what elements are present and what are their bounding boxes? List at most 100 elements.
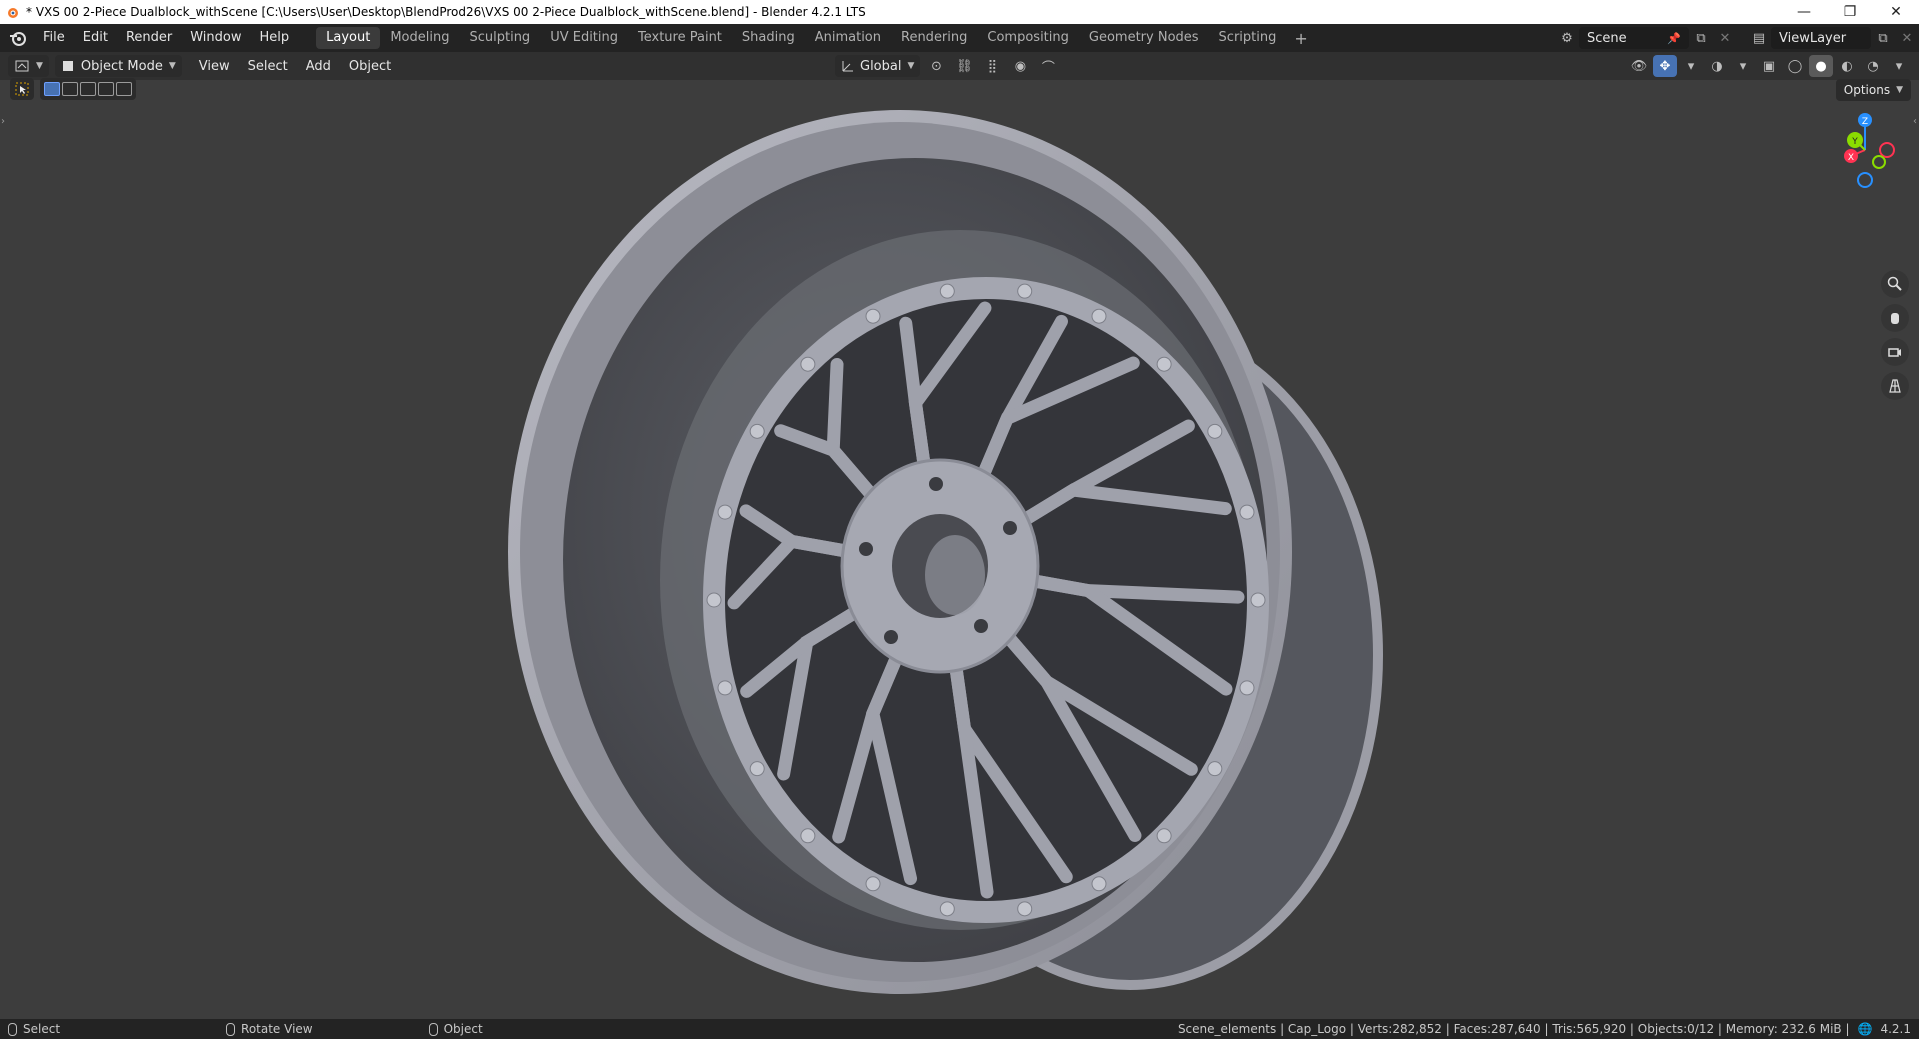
scene-selector[interactable]: Scene 📌 bbox=[1579, 27, 1689, 49]
perspective-grid-icon[interactable] bbox=[1881, 372, 1909, 400]
tab-rendering[interactable]: Rendering bbox=[891, 27, 977, 49]
transform-controls: Global ▼ ⊙ ⛓ ⣿ ◉ ⌒ bbox=[835, 55, 1060, 77]
object-mode-icon bbox=[62, 61, 73, 71]
select-tool-button[interactable] bbox=[10, 78, 34, 100]
bolt bbox=[749, 423, 765, 439]
window-title: * VXS 00 2-Piece Dualblock_withScene [C:… bbox=[26, 5, 866, 19]
delete-scene-icon[interactable]: ✕ bbox=[1713, 27, 1737, 49]
snap-toggle-icon[interactable]: ⛓ bbox=[952, 55, 976, 77]
overlay-options-icon[interactable]: ▾ bbox=[1731, 55, 1755, 77]
menu-render[interactable]: Render bbox=[117, 24, 181, 52]
solid-shading-icon[interactable]: ● bbox=[1809, 55, 1833, 77]
bolt bbox=[939, 901, 955, 917]
neg-z-axis-handle[interactable] bbox=[1857, 172, 1873, 188]
menu-file[interactable]: File bbox=[34, 24, 74, 52]
gizmo-options-icon[interactable]: ▾ bbox=[1679, 55, 1703, 77]
new-scene-icon[interactable]: ⧉ bbox=[1689, 27, 1713, 49]
bolt bbox=[1207, 423, 1223, 439]
proportional-edit-icon[interactable]: ◉ bbox=[1008, 55, 1032, 77]
neg-x-axis-handle[interactable] bbox=[1879, 142, 1895, 158]
status-select-hint: Select bbox=[0, 1022, 68, 1036]
neg-y-axis-handle[interactable] bbox=[1872, 155, 1886, 169]
falloff-icon[interactable]: ⌒ bbox=[1036, 55, 1060, 77]
svg-text:Z: Z bbox=[1862, 117, 1868, 127]
rendered-shading-icon[interactable]: ◔ bbox=[1861, 55, 1885, 77]
close-button[interactable]: ✕ bbox=[1873, 0, 1919, 24]
mode-dropdown[interactable]: Object Mode ▼ bbox=[54, 55, 182, 77]
pan-hand-icon[interactable] bbox=[1881, 304, 1909, 332]
navigation-gizmo[interactable]: Z Y X bbox=[1825, 110, 1905, 190]
lug-hole bbox=[884, 630, 898, 644]
left-mouse-icon bbox=[8, 1022, 17, 1036]
viewport-display-controls: 👁 ✥ ▾ ◑ ▾ ▣ ◯ ● ◐ ◔ ▾ bbox=[1627, 55, 1911, 77]
menu-add[interactable]: Add bbox=[297, 59, 340, 74]
menu-select[interactable]: Select bbox=[239, 59, 297, 74]
overlay-toggle-icon[interactable]: ◑ bbox=[1705, 55, 1729, 77]
gizmo-toggle-icon[interactable]: ✥ bbox=[1653, 55, 1677, 77]
tab-geometry-nodes[interactable]: Geometry Nodes bbox=[1079, 27, 1209, 49]
zoom-icon[interactable] bbox=[1881, 270, 1909, 298]
blender-menu-icon[interactable] bbox=[8, 28, 28, 48]
view-layer-selector[interactable]: ViewLayer bbox=[1771, 27, 1871, 49]
tab-uv-editing[interactable]: UV Editing bbox=[540, 27, 628, 49]
bolt bbox=[749, 761, 765, 777]
menu-help[interactable]: Help bbox=[251, 24, 299, 52]
scene-name: Scene bbox=[1587, 30, 1627, 46]
scene-type-icon[interactable]: ⚙ bbox=[1555, 27, 1579, 49]
select-invert-icon[interactable] bbox=[98, 82, 114, 96]
blender-logo-icon bbox=[8, 8, 18, 18]
new-view-layer-icon[interactable]: ⧉ bbox=[1871, 27, 1895, 49]
wireframe-shading-icon[interactable]: ◯ bbox=[1783, 55, 1807, 77]
material-shading-icon[interactable]: ◐ bbox=[1835, 55, 1859, 77]
tab-layout[interactable]: Layout bbox=[316, 27, 381, 49]
bolt bbox=[1156, 828, 1172, 844]
status-bar: Select Rotate View Object Scene_elements… bbox=[0, 1019, 1919, 1039]
status-object-hint: Object bbox=[421, 1022, 491, 1036]
bolt bbox=[800, 356, 816, 372]
tab-scripting[interactable]: Scripting bbox=[1209, 27, 1287, 49]
tab-shading[interactable]: Shading bbox=[732, 27, 805, 49]
tab-texture-paint[interactable]: Texture Paint bbox=[628, 27, 732, 49]
transform-orientation-dropdown[interactable]: Global ▼ bbox=[835, 55, 921, 77]
menu-edit[interactable]: Edit bbox=[74, 24, 117, 52]
select-new-icon[interactable] bbox=[44, 82, 60, 96]
orientation-icon bbox=[842, 61, 853, 72]
bolt bbox=[1239, 504, 1255, 520]
select-intersect-icon[interactable] bbox=[116, 82, 132, 96]
bolt bbox=[1207, 761, 1223, 777]
restore-button[interactable]: ❐ bbox=[1827, 0, 1873, 24]
menu-object[interactable]: Object bbox=[340, 59, 400, 74]
add-workspace-button[interactable]: + bbox=[1286, 29, 1315, 48]
select-subtract-icon[interactable] bbox=[80, 82, 96, 96]
options-label: Options bbox=[1843, 83, 1891, 97]
delete-view-layer-icon[interactable]: ✕ bbox=[1895, 27, 1919, 49]
camera-view-icon[interactable] bbox=[1881, 338, 1909, 366]
scene-controls: ⚙ Scene 📌 ⧉ ✕ ▤ ViewLayer ⧉ ✕ bbox=[1555, 24, 1919, 52]
view-layer-type-icon[interactable]: ▤ bbox=[1747, 27, 1771, 49]
snap-target-icon[interactable]: ⣿ bbox=[980, 55, 1004, 77]
tab-modeling[interactable]: Modeling bbox=[380, 27, 459, 49]
options-dropdown[interactable]: Options ▼ bbox=[1835, 79, 1911, 101]
sidebar-expand-icon[interactable]: ‹ bbox=[1913, 116, 1917, 127]
pin-icon[interactable]: 📌 bbox=[1667, 32, 1681, 45]
3d-viewport[interactable]: Z Y X › ‹ bbox=[0, 80, 1919, 1021]
minimize-button[interactable]: — bbox=[1781, 0, 1827, 24]
visibility-icon[interactable]: 👁 bbox=[1627, 55, 1651, 77]
tab-compositing[interactable]: Compositing bbox=[977, 27, 1079, 49]
bolt bbox=[1239, 680, 1255, 696]
mode-label: Object Mode bbox=[80, 58, 163, 74]
chevron-down-icon: ▼ bbox=[1896, 85, 1903, 95]
editor-type-dropdown[interactable]: ▼ bbox=[8, 55, 49, 77]
tab-sculpting[interactable]: Sculpting bbox=[459, 27, 540, 49]
select-extend-icon[interactable] bbox=[62, 82, 78, 96]
shading-options-icon[interactable]: ▾ bbox=[1887, 55, 1911, 77]
tab-animation[interactable]: Animation bbox=[805, 27, 891, 49]
toolbar-expand-icon[interactable]: › bbox=[1, 116, 5, 127]
xray-toggle-icon[interactable]: ▣ bbox=[1757, 55, 1781, 77]
editor-type-icon bbox=[15, 60, 29, 72]
menu-window[interactable]: Window bbox=[181, 24, 250, 52]
menu-view[interactable]: View bbox=[190, 59, 239, 74]
window-titlebar: * VXS 00 2-Piece Dualblock_withScene [C:… bbox=[0, 0, 1919, 24]
orientation-label: Global bbox=[860, 58, 902, 74]
pivot-point-icon[interactable]: ⊙ bbox=[924, 55, 948, 77]
